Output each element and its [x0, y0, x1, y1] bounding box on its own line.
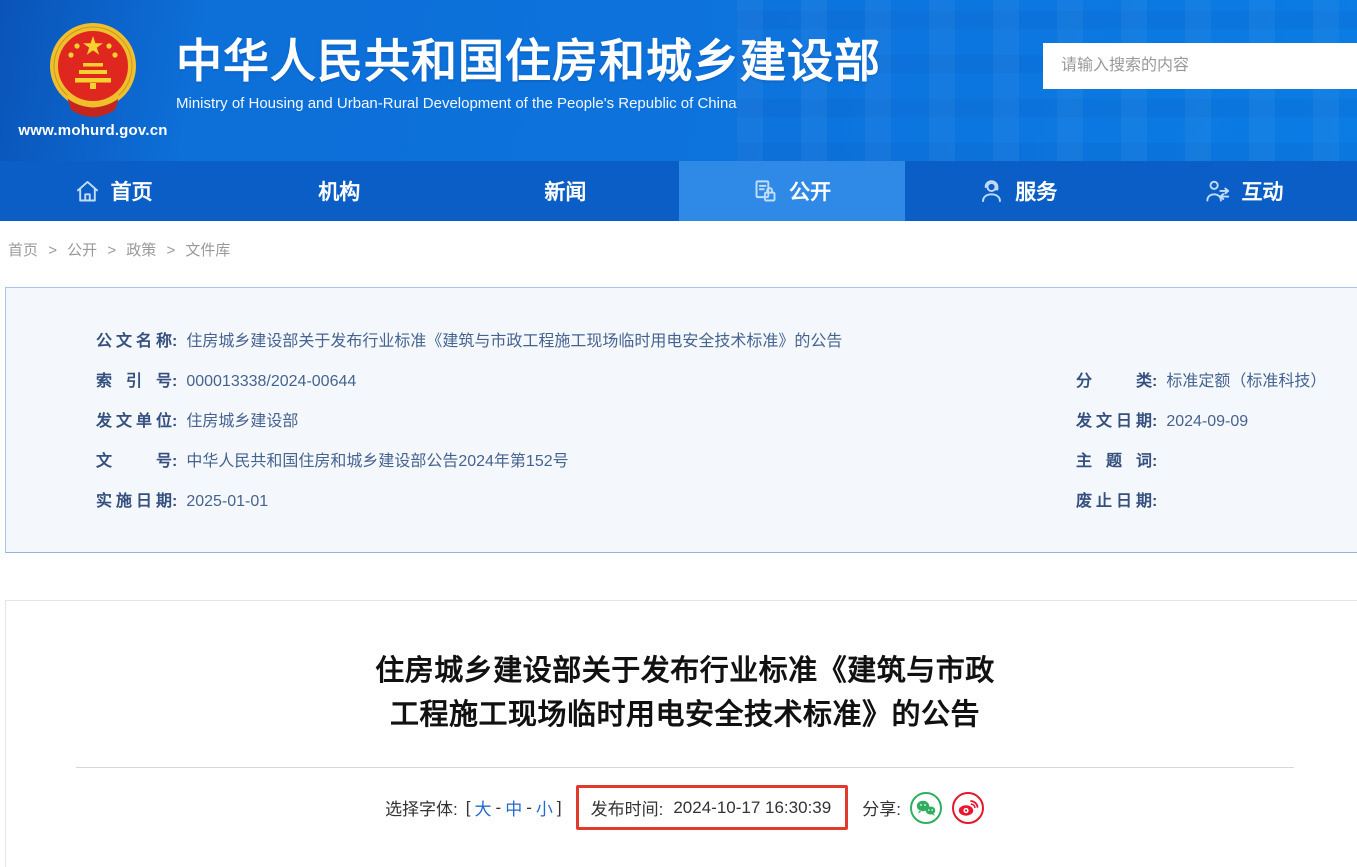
- nav-item-label: 公开: [789, 176, 831, 206]
- font-size-selector: 选择字体: [ 大 - 中 - 小 ]: [385, 795, 562, 820]
- site-title: 中华人民共和国住房和城乡建设部: [176, 34, 881, 89]
- field-label-subject-words: 主题词: [1076, 442, 1152, 482]
- nav-item-news[interactable]: 新闻: [452, 161, 678, 221]
- field-label-repeal-date: 废止日期: [1076, 482, 1152, 522]
- dash: -: [526, 798, 532, 818]
- breadcrumb-separator: >: [166, 242, 175, 259]
- field-label-category: 分类: [1076, 362, 1152, 402]
- site-url: www.mohurd.gov.cn: [18, 122, 168, 139]
- font-select-label: 选择字体:: [385, 795, 458, 820]
- meta-row: 发文单位:住房城乡建设部 发文日期:2024-09-09: [96, 402, 1357, 442]
- site-header: www.mohurd.gov.cn 中华人民共和国住房和城乡建设部 Minist…: [0, 0, 1357, 161]
- site-title-block: 中华人民共和国住房和城乡建设部 Ministry of Housing and …: [176, 34, 881, 112]
- breadcrumb-home[interactable]: 首页: [8, 242, 38, 259]
- breadcrumb-separator: >: [107, 242, 116, 259]
- field-value-index-no: 000013338/2024-00644: [186, 373, 356, 390]
- field-label-index-no: 索引号: [96, 362, 172, 402]
- bracket-open: [: [466, 798, 471, 818]
- breadcrumb-library[interactable]: 文件库: [185, 242, 230, 259]
- font-size-small-link[interactable]: 小: [536, 795, 553, 820]
- document-title-line1: 住房城乡建设部关于发布行业标准《建筑与市政: [375, 655, 995, 687]
- nav-item-orgs[interactable]: 机构: [226, 161, 452, 221]
- nav-item-disclosure[interactable]: 公开: [679, 161, 905, 221]
- publish-time-value: 2024-10-17 16:30:39: [673, 798, 831, 818]
- bracket-close: ]: [557, 798, 562, 818]
- breadcrumb-separator: >: [48, 242, 57, 259]
- national-emblem-icon: [47, 22, 139, 118]
- field-value-issue-date: 2024-09-09: [1166, 413, 1248, 430]
- site-logo[interactable]: www.mohurd.gov.cn: [18, 22, 168, 139]
- weibo-share-icon[interactable]: [951, 791, 985, 825]
- breadcrumb: 首页 > 公开 > 政策 > 文件库: [0, 221, 1357, 260]
- main-nav: 首页 机构 新闻 公开 服务 互动: [0, 161, 1357, 221]
- wechat-share-icon[interactable]: [909, 791, 943, 825]
- search-input[interactable]: [1043, 43, 1357, 89]
- field-value-category: 标准定额（标准科技）: [1166, 373, 1326, 390]
- nav-item-interaction[interactable]: 互动: [1131, 161, 1357, 221]
- publish-time-highlight-box: 发布时间: 2024-10-17 16:30:39: [576, 785, 849, 830]
- nav-item-label: 首页: [111, 176, 153, 206]
- document-title-line2: 工程施工现场临时用电安全技术标准》的公告: [390, 699, 980, 731]
- document-meta-card: 公文名称:住房城乡建设部关于发布行业标准《建筑与市政工程施工现场临时用电安全技术…: [5, 287, 1357, 553]
- site-subtitle: Ministry of Housing and Urban-Rural Deve…: [176, 95, 881, 112]
- breadcrumb-policy[interactable]: 政策: [126, 242, 156, 259]
- title-divider: [76, 767, 1294, 768]
- field-value-issuing-unit: 住房城乡建设部: [186, 413, 298, 430]
- nav-item-home[interactable]: 首页: [0, 161, 226, 221]
- meta-row: 实施日期:2025-01-01 废止日期:: [96, 482, 1357, 522]
- document-title: 住房城乡建设部关于发布行业标准《建筑与市政 工程施工现场临时用电安全技术标准》的…: [6, 649, 1357, 737]
- field-value-effective-date: 2025-01-01: [186, 493, 268, 510]
- field-label-doc-number: 文号: [96, 442, 172, 482]
- share-label: 分享:: [862, 795, 901, 820]
- font-size-large-link[interactable]: 大: [475, 795, 492, 820]
- font-size-medium-link[interactable]: 中: [505, 795, 522, 820]
- meta-row-name: 公文名称:住房城乡建设部关于发布行业标准《建筑与市政工程施工现场临时用电安全技术…: [96, 322, 1357, 362]
- article-meta-row: 选择字体: [ 大 - 中 - 小 ] 发布时间: 2024-10-17 16:…: [6, 785, 1357, 830]
- field-label-issuing-unit: 发文单位: [96, 402, 172, 442]
- article-card: 住房城乡建设部关于发布行业标准《建筑与市政 工程施工现场临时用电安全技术标准》的…: [5, 600, 1357, 867]
- service-agent-icon: [978, 178, 1005, 205]
- nav-item-label: 互动: [1241, 176, 1283, 206]
- field-label-issue-date: 发文日期: [1076, 402, 1152, 442]
- nav-item-label: 新闻: [544, 176, 586, 206]
- nav-item-label: 机构: [318, 176, 360, 206]
- home-icon: [74, 178, 101, 205]
- field-value-doc-name: 住房城乡建设部关于发布行业标准《建筑与市政工程施工现场临时用电安全技术标准》的公…: [186, 333, 842, 350]
- interaction-icon: [1204, 178, 1231, 205]
- meta-row: 索引号:000013338/2024-00644 分类:标准定额（标准科技）: [96, 362, 1357, 402]
- nav-item-label: 服务: [1015, 176, 1057, 206]
- document-lock-icon: [752, 178, 779, 205]
- breadcrumb-disclosure[interactable]: 公开: [67, 242, 97, 259]
- publish-time-label: 发布时间:: [591, 795, 664, 820]
- dash: -: [496, 798, 502, 818]
- field-label-effective-date: 实施日期: [96, 482, 172, 522]
- nav-item-services[interactable]: 服务: [905, 161, 1131, 221]
- field-label-doc-name: 公文名称: [96, 322, 172, 362]
- field-value-doc-number: 中华人民共和国住房和城乡建设部公告2024年第152号: [186, 453, 568, 470]
- share-row: 分享:: [862, 791, 985, 825]
- meta-row: 文号:中华人民共和国住房和城乡建设部公告2024年第152号 主题词:: [96, 442, 1357, 482]
